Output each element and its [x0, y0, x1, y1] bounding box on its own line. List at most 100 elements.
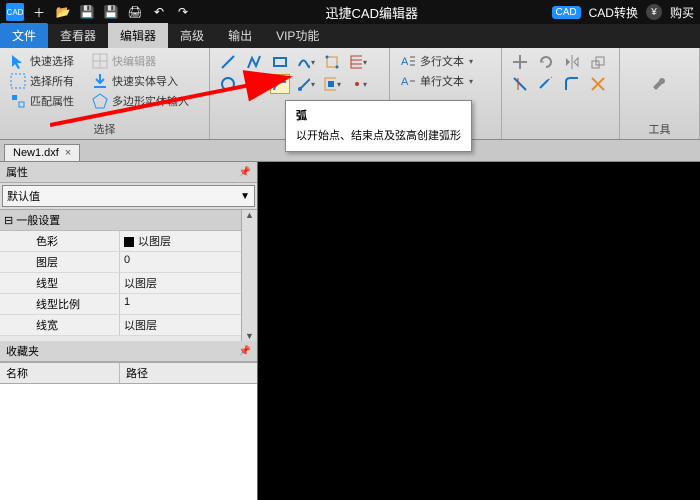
move-button[interactable] — [510, 52, 530, 72]
scrollbar[interactable]: ▲▼ — [241, 210, 257, 341]
region-button[interactable] — [322, 52, 342, 72]
fillet-button[interactable] — [562, 74, 582, 94]
col-name[interactable]: 名称 — [0, 363, 120, 383]
hatch-icon — [349, 54, 362, 70]
cursor-icon — [10, 53, 26, 69]
arc-icon — [272, 76, 288, 92]
close-tab-icon[interactable]: × — [65, 147, 71, 159]
mirror-icon — [564, 54, 580, 70]
title-right: CAD CAD转换 ¥ 购买 — [552, 4, 694, 21]
saveall-icon[interactable]: 💾 — [102, 3, 120, 21]
pin-icon[interactable]: 📌 — [239, 167, 251, 178]
prop-row-lweight[interactable]: 线宽以图层 — [0, 315, 257, 336]
mtext-button[interactable]: A多行文本▾ — [398, 52, 493, 70]
select-all-icon — [10, 73, 26, 89]
cad-convert-link[interactable]: CAD转换 — [589, 4, 638, 21]
favorites-list — [0, 384, 257, 500]
rotate-button[interactable] — [536, 52, 556, 72]
default-combo[interactable]: 默认值 ▼ — [2, 185, 255, 207]
hatch-button[interactable]: ▾ — [348, 52, 368, 72]
ray-button[interactable]: ▾ — [296, 74, 316, 94]
group-label-modify — [510, 123, 611, 137]
tab-viewer[interactable]: 查看器 — [48, 23, 108, 48]
match-props-button[interactable]: 匹配属性 — [8, 92, 76, 110]
explode-icon — [590, 76, 606, 92]
block-button[interactable]: ▾ — [322, 74, 342, 94]
tab-editor[interactable]: 编辑器 — [108, 23, 168, 48]
spline-button[interactable]: ▾ — [296, 52, 316, 72]
default-combo-label: 默认值 — [7, 188, 40, 204]
quick-solid-import-button[interactable]: 快速实体导入 — [90, 72, 180, 90]
extend-button[interactable] — [536, 74, 556, 94]
rect-icon — [272, 54, 288, 70]
prop-row-color[interactable]: 色彩以图层 — [0, 231, 257, 252]
tools-button[interactable] — [644, 70, 676, 102]
polygon-solid-input-button[interactable]: 多边形实体输入 — [90, 92, 191, 110]
properties-header: 属性 📌 — [0, 162, 257, 183]
col-path[interactable]: 路径 — [120, 363, 154, 383]
undo-icon[interactable]: ↶ — [150, 3, 168, 21]
import-icon — [92, 73, 108, 89]
move-icon — [512, 54, 528, 70]
tab-output[interactable]: 输出 — [216, 23, 264, 48]
explode-button[interactable] — [588, 74, 608, 94]
grid-icon — [92, 53, 108, 69]
property-grid: ⊟ 一般设置 色彩以图层 图层0 线型以图层 线型比例1 线宽以图层 ▲▼ — [0, 209, 257, 341]
prop-row-linetype[interactable]: 线型以图层 — [0, 273, 257, 294]
trim-button[interactable] — [510, 74, 530, 94]
rect-button[interactable] — [270, 52, 290, 72]
chevron-down-icon: ▼ — [240, 191, 250, 202]
tooltip-body: 以开始点、结束点及弦高创建弧形 — [296, 127, 461, 143]
spline-icon — [297, 54, 310, 70]
ellipse-icon — [246, 76, 262, 92]
arc-button[interactable] — [270, 74, 290, 94]
fillet-icon — [564, 76, 580, 92]
mtext-icon: A — [400, 53, 416, 69]
point-icon — [349, 76, 362, 92]
quick-select-button[interactable]: 快速选择 — [8, 52, 76, 70]
favorites-title: 收藏夹 — [6, 343, 39, 359]
drawing-canvas[interactable] — [258, 162, 700, 500]
print-icon[interactable]: 🖨 — [126, 3, 144, 21]
mirror-button[interactable] — [562, 52, 582, 72]
point-button[interactable]: ▾ — [348, 74, 368, 94]
select-all-button[interactable]: 选择所有 — [8, 72, 76, 90]
block-icon — [323, 76, 336, 92]
cad-badge-icon: CAD — [552, 6, 581, 19]
yen-icon: ¥ — [646, 4, 662, 20]
document-tab-label: New1.dxf — [13, 147, 59, 159]
polyline-button[interactable] — [244, 52, 264, 72]
ribbon-group-modify — [502, 48, 620, 139]
group-label-tools: 工具 — [628, 119, 691, 137]
pin-icon[interactable]: 📌 — [239, 346, 251, 357]
tab-vip[interactable]: VIP功能 — [264, 23, 331, 48]
polyline-icon — [246, 54, 262, 70]
quick-access-toolbar: CAD ＋ 📂 💾 💾 🖨 ↶ ↷ — [6, 3, 192, 21]
match-icon — [10, 93, 26, 109]
tab-file[interactable]: 文件 — [0, 23, 48, 48]
open-icon[interactable]: 📂 — [54, 3, 72, 21]
ellipse-button[interactable] — [244, 74, 264, 94]
buy-link[interactable]: 购买 — [670, 4, 694, 21]
tab-advanced[interactable]: 高级 — [168, 23, 216, 48]
title-bar: CAD ＋ 📂 💾 💾 🖨 ↶ ↷ 迅捷CAD编辑器 CAD CAD转换 ¥ 购… — [0, 0, 700, 24]
ribbon-group-tools: 工具 — [620, 48, 700, 139]
stext-icon: A — [400, 73, 416, 89]
prop-row-ltscale[interactable]: 线型比例1 — [0, 294, 257, 315]
scale-icon — [590, 54, 606, 70]
line-button[interactable] — [218, 52, 238, 72]
menu-bar: 文件 查看器 编辑器 高级 输出 VIP功能 — [0, 24, 700, 48]
circle-button[interactable] — [218, 74, 238, 94]
main-area: 属性 📌 默认值 ▼ ⊟ 一般设置 色彩以图层 图层0 线型以图层 线型比例1 … — [0, 162, 700, 500]
favorites-columns: 名称 路径 — [0, 362, 257, 384]
stext-button[interactable]: A单行文本▾ — [398, 72, 493, 90]
document-tab[interactable]: New1.dxf × — [4, 144, 80, 161]
prop-row-layer[interactable]: 图层0 — [0, 252, 257, 273]
new-icon[interactable]: ＋ — [30, 3, 48, 21]
scale-button[interactable] — [588, 52, 608, 72]
redo-icon[interactable]: ↷ — [174, 3, 192, 21]
wrench-icon — [651, 77, 669, 95]
save-icon[interactable]: 💾 — [78, 3, 96, 21]
prop-section[interactable]: ⊟ 一般设置 — [0, 210, 257, 231]
ray-icon — [297, 76, 310, 92]
